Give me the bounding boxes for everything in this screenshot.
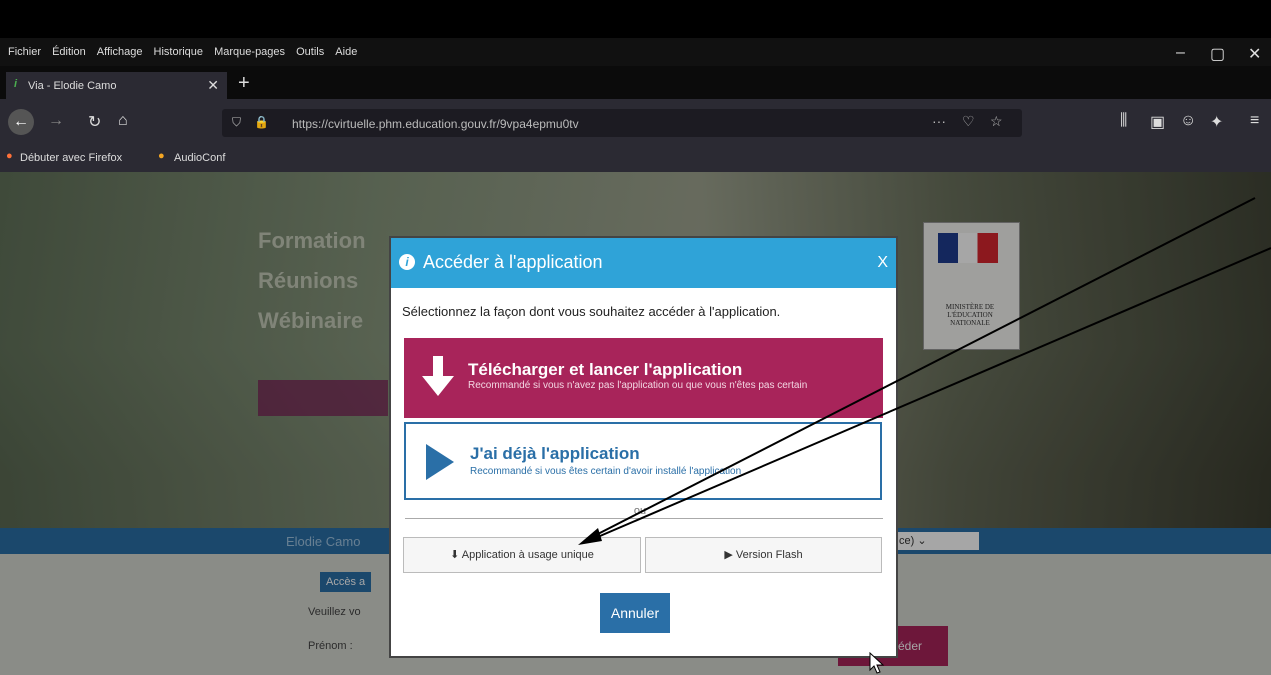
forward-icon[interactable]: →	[48, 112, 64, 130]
account-icon[interactable]: ☺	[1180, 112, 1196, 130]
dialog-header: i Accéder à l'application X	[391, 238, 896, 288]
menu-outils[interactable]: Outils	[296, 46, 324, 58]
menu-fichier[interactable]: Fichier	[8, 46, 41, 58]
menu-affichage[interactable]: Affichage	[97, 46, 143, 58]
new-tab-icon[interactable]: +	[238, 72, 250, 95]
have-title: J'ai déjà l'application	[470, 444, 640, 463]
download-subtitle: Recommandé si vous n'avez pas l'applicat…	[468, 380, 808, 391]
already-have-app-button[interactable]: J'ai déjà l'application Recommandé si vo…	[404, 422, 882, 500]
or-label: ou	[620, 505, 660, 517]
extension-icon[interactable]: ✦	[1210, 112, 1223, 132]
menu-marque-pages[interactable]: Marque-pages	[214, 46, 285, 58]
download-small-icon: ⬇	[450, 549, 462, 561]
audioconf-icon: ●	[158, 150, 165, 162]
have-subtitle: Recommandé si vous êtes certain d'avoir …	[470, 466, 742, 477]
info-icon: i	[399, 254, 415, 270]
back-icon[interactable]: ←	[8, 109, 34, 135]
hamburger-menu-icon[interactable]: ≡	[1250, 112, 1259, 130]
play-icon	[426, 444, 454, 480]
single-use-label: Application à usage unique	[461, 549, 594, 561]
dialog-title: Accéder à l'application	[423, 252, 603, 272]
menu-edition[interactable]: Édition	[52, 46, 86, 58]
pocket-icon[interactable]: ♡	[962, 113, 975, 130]
tab-close-icon[interactable]: ✕	[207, 77, 219, 94]
dialog-instruction: Sélectionnez la façon dont vous souhaite…	[402, 304, 781, 319]
dialog-close-button[interactable]: X	[877, 254, 888, 272]
download-title: Télécharger et lancer l'application	[468, 360, 743, 379]
menu-historique[interactable]: Historique	[154, 46, 204, 58]
tab-title: Via - Elodie Camo	[28, 80, 117, 92]
url-bar[interactable]: ⛉ 🔒 https://cvirtuelle.phm.education.gou…	[222, 109, 1022, 137]
bookmark-star-icon[interactable]: ☆	[990, 113, 1003, 130]
close-window-icon[interactable]: ✕	[1248, 44, 1261, 64]
url-text: https://cvirtuelle.phm.education.gouv.fr…	[292, 117, 579, 131]
library-icon[interactable]: ⫼	[1120, 112, 1127, 130]
bookmark-debuter[interactable]: Débuter avec Firefox	[20, 152, 122, 164]
shield-icon: ⛉	[232, 115, 242, 129]
tab-favicon-icon: i	[14, 78, 18, 90]
browser-tab[interactable]: i Via - Elodie Camo ✕	[6, 72, 227, 99]
flash-version-button[interactable]: ▶ Version Flash	[645, 537, 882, 573]
flash-label: Version Flash	[735, 549, 803, 561]
menu-aide[interactable]: Aide	[335, 46, 357, 58]
reload-icon[interactable]: ↻	[88, 112, 101, 132]
menu-bar: Fichier Édition Affichage Historique Mar…	[0, 38, 1271, 66]
more-icon[interactable]: ···	[932, 113, 946, 129]
download-arrow-icon	[422, 356, 454, 396]
firefox-icon: ●	[6, 150, 13, 162]
lock-icon: 🔒	[254, 115, 269, 129]
download-launch-button[interactable]: Télécharger et lancer l'application Reco…	[404, 338, 883, 418]
single-use-app-button[interactable]: ⬇ Application à usage unique	[403, 537, 641, 573]
bookmarks-bar: ● Débuter avec Firefox ● AudioConf	[0, 144, 1271, 172]
play-small-icon: ▶	[724, 549, 736, 561]
divider	[405, 518, 883, 519]
sidebar-icon[interactable]: ▣	[1150, 112, 1165, 132]
mouse-cursor-icon	[869, 652, 885, 674]
restore-icon[interactable]: ▢	[1210, 44, 1225, 64]
minimize-icon[interactable]: –	[1176, 44, 1185, 62]
cancel-button[interactable]: Annuler	[600, 593, 670, 633]
top-black-bar	[0, 0, 1271, 38]
bookmark-audioconf[interactable]: AudioConf	[174, 152, 225, 164]
home-icon[interactable]: ⌂	[118, 112, 128, 130]
